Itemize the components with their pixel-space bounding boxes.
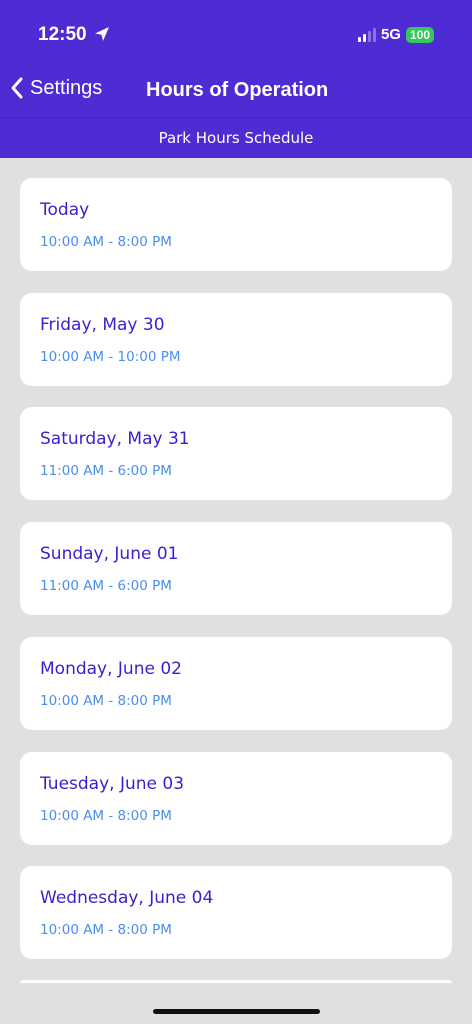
hours-label: 11:00 AM - 6:00 PM: [40, 463, 172, 479]
hours-label: 11:00 AM - 6:00 PM: [40, 578, 172, 594]
nav-bar: Settings Hours of Operation: [0, 76, 472, 106]
header: 12:50 5G 100 Settings Hours of Operation…: [0, 0, 472, 158]
status-time: 12:50: [38, 24, 87, 45]
signal-icon: [357, 27, 376, 42]
day-card[interactable]: Saturday, May 31 11:00 AM - 6:00 PM: [20, 407, 452, 500]
day-card-partial[interactable]: [20, 980, 452, 983]
hours-label: 10:00 AM - 8:00 PM: [40, 922, 172, 938]
section-subtitle: Park Hours Schedule: [158, 129, 314, 147]
hours-label: 10:00 AM - 10:00 PM: [40, 349, 181, 365]
hours-label: 10:00 AM - 8:00 PM: [40, 693, 172, 709]
day-card[interactable]: Today 10:00 AM - 8:00 PM: [20, 178, 452, 271]
day-card[interactable]: Monday, June 02 10:00 AM - 8:00 PM: [20, 637, 452, 730]
day-label: Saturday, May 31: [40, 429, 190, 449]
home-indicator[interactable]: [153, 1009, 320, 1014]
day-label: Friday, May 30: [40, 315, 165, 335]
hours-label: 10:00 AM - 8:00 PM: [40, 234, 172, 250]
day-label: Sunday, June 01: [40, 544, 179, 564]
back-button[interactable]: Settings: [10, 76, 102, 100]
network-label: 5G: [380, 26, 401, 43]
back-label: Settings: [30, 76, 103, 99]
day-card[interactable]: Tuesday, June 03 10:00 AM - 8:00 PM: [20, 752, 452, 845]
hours-label: 10:00 AM - 8:00 PM: [40, 808, 172, 824]
day-card[interactable]: Wednesday, June 04 10:00 AM - 8:00 PM: [20, 866, 452, 959]
day-label: Today: [40, 200, 90, 220]
page-title: Hours of Operation: [146, 79, 329, 101]
day-label: Monday, June 02: [40, 659, 182, 679]
divider: [0, 117, 472, 118]
battery-icon: 100: [405, 26, 434, 43]
location-arrow-icon: [95, 27, 109, 41]
status-bar: 12:50 5G 100: [38, 24, 434, 48]
day-card[interactable]: Friday, May 30 10:00 AM - 10:00 PM: [20, 293, 452, 386]
day-label: Wednesday, June 04: [40, 888, 214, 908]
day-card[interactable]: Sunday, June 01 11:00 AM - 6:00 PM: [20, 522, 452, 615]
chevron-left-icon: [11, 77, 23, 99]
day-label: Tuesday, June 03: [40, 774, 185, 794]
